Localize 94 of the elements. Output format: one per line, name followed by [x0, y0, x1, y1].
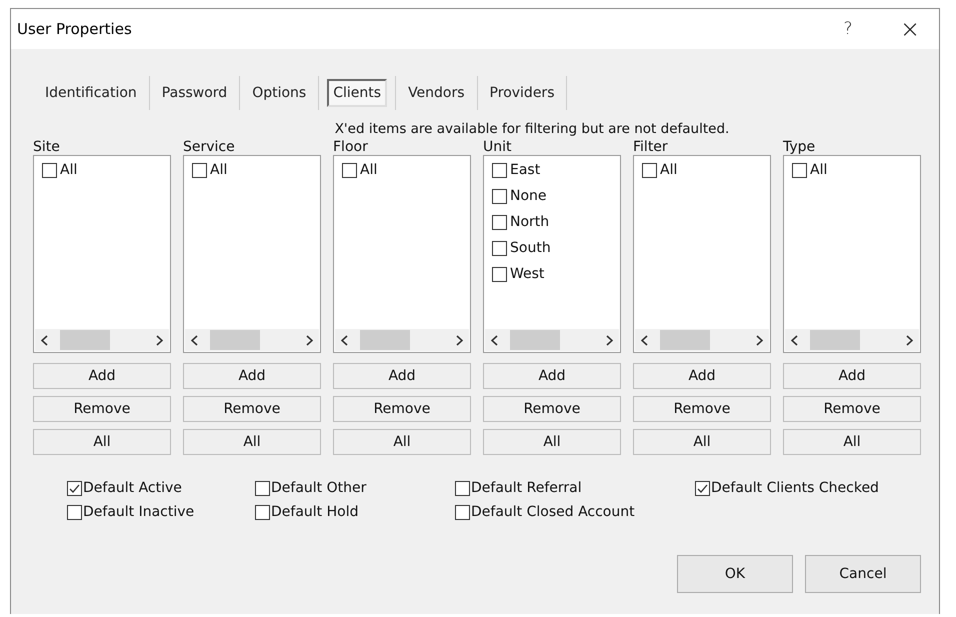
scroll-right-icon[interactable] [306, 334, 313, 346]
list-label: Filter [633, 139, 669, 155]
checkbox-label[interactable]: Default Hold [271, 503, 358, 521]
scroll-left-icon[interactable] [191, 334, 198, 346]
list-label: Floor [333, 139, 369, 155]
scroll-left-icon[interactable] [491, 334, 498, 346]
checkbox-label[interactable]: Default Referral [471, 479, 582, 497]
scroll-thumb[interactable] [810, 330, 860, 350]
scroll-right-icon[interactable] [606, 334, 613, 346]
tab[interactable]: Options [248, 79, 310, 107]
checkbox[interactable] [455, 504, 470, 520]
list-item[interactable]: West [510, 265, 544, 283]
horizontal-scrollbar[interactable] [485, 329, 619, 351]
checkbox-label[interactable]: Default Other [271, 479, 366, 497]
checkbox[interactable] [67, 480, 82, 496]
scroll-right-icon[interactable] [906, 334, 913, 346]
checkbox-label[interactable]: Default Clients Checked [711, 479, 879, 497]
list-button[interactable]: Remove [333, 396, 471, 422]
list-button[interactable]: Add [33, 363, 171, 389]
scroll-right-icon[interactable] [456, 334, 463, 346]
ok-button[interactable]: OK [677, 555, 793, 593]
checkbox[interactable] [492, 240, 507, 256]
list-label: Service [183, 139, 236, 155]
checkbox[interactable] [642, 162, 657, 178]
tab[interactable]: Identification [41, 79, 141, 107]
list-button[interactable]: All [333, 429, 471, 455]
horizontal-scrollbar[interactable] [35, 329, 169, 351]
checkbox[interactable] [255, 480, 270, 496]
cancel-button[interactable]: Cancel [805, 555, 921, 593]
checkbox-label[interactable]: Default Active [83, 479, 182, 497]
tab[interactable]: Vendors [404, 79, 469, 107]
scroll-left-icon[interactable] [641, 334, 648, 346]
list-button[interactable]: Remove [183, 396, 321, 422]
list-item[interactable]: All [60, 161, 78, 179]
list-button[interactable]: Remove [783, 396, 921, 422]
list-button[interactable]: Remove [483, 396, 621, 422]
list-label: Unit [483, 139, 512, 155]
help-button[interactable]: ? [825, 9, 871, 49]
scroll-right-icon[interactable] [156, 334, 163, 346]
checkbox[interactable] [695, 480, 710, 496]
list-button[interactable]: Remove [633, 396, 771, 422]
scroll-thumb[interactable] [360, 330, 410, 350]
list-item[interactable]: All [660, 161, 678, 179]
scroll-thumb[interactable] [210, 330, 260, 350]
list-button[interactable]: Remove [33, 396, 171, 422]
list-item[interactable]: All [210, 161, 228, 179]
checkbox[interactable] [255, 504, 270, 520]
checkbox[interactable] [492, 266, 507, 282]
horizontal-scrollbar[interactable] [185, 329, 319, 351]
close-button[interactable]: × [887, 9, 933, 49]
checkbox[interactable] [492, 188, 507, 204]
scroll-thumb[interactable] [510, 330, 560, 350]
checkbox[interactable] [455, 480, 470, 496]
list-item[interactable]: All [360, 161, 378, 179]
scroll-left-icon[interactable] [341, 334, 348, 346]
list-button[interactable]: Add [483, 363, 621, 389]
checkbox[interactable] [192, 162, 207, 178]
scroll-right-icon[interactable] [756, 334, 763, 346]
list-button[interactable]: All [33, 429, 171, 455]
checkbox[interactable] [42, 162, 57, 178]
checkbox[interactable] [342, 162, 357, 178]
list-button[interactable]: All [783, 429, 921, 455]
list-label: Type [783, 139, 816, 155]
list-label: Site [33, 139, 61, 155]
scroll-left-icon[interactable] [791, 334, 798, 346]
list-item[interactable]: North [510, 213, 550, 231]
list-item[interactable]: East [510, 161, 540, 179]
scroll-left-icon[interactable] [41, 334, 48, 346]
info-text: X'ed items are available for filtering but are not defaulted. [334, 121, 730, 137]
list-button[interactable]: Add [183, 363, 321, 389]
horizontal-scrollbar[interactable] [785, 329, 919, 351]
scroll-thumb[interactable] [60, 330, 110, 350]
checkbox-label[interactable]: Default Closed Account [471, 503, 635, 521]
window-title: User Properties [17, 20, 133, 38]
checkbox[interactable] [67, 504, 82, 520]
horizontal-scrollbar[interactable] [335, 329, 469, 351]
tab[interactable]: Providers [486, 79, 558, 107]
checkbox[interactable] [492, 214, 507, 230]
list-button[interactable]: All [483, 429, 621, 455]
horizontal-scrollbar[interactable] [635, 329, 769, 351]
checkbox[interactable] [792, 162, 807, 178]
list-button[interactable]: Add [333, 363, 471, 389]
list-button[interactable]: All [183, 429, 321, 455]
list-button[interactable]: Add [633, 363, 771, 389]
checkbox-label[interactable]: Default Inactive [83, 503, 194, 521]
checkbox[interactable] [492, 162, 507, 178]
tab[interactable]: Clients [327, 79, 388, 107]
scroll-thumb[interactable] [660, 330, 710, 350]
tab[interactable]: Password [158, 79, 232, 107]
list-button[interactable]: Add [783, 363, 921, 389]
list-button[interactable]: All [633, 429, 771, 455]
list-item[interactable]: None [510, 187, 547, 205]
list-item[interactable]: All [810, 161, 828, 179]
list-item[interactable]: South [510, 239, 551, 257]
